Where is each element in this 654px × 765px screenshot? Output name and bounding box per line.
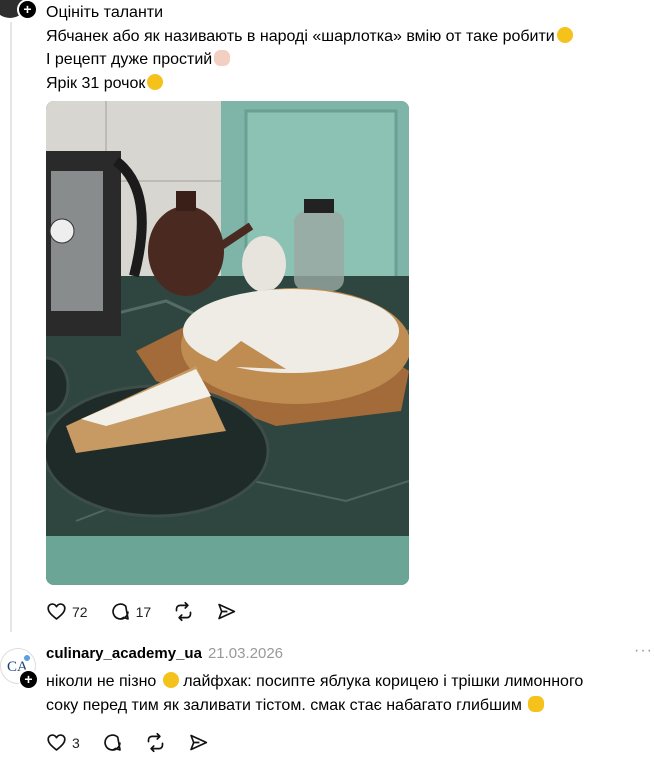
comment-share-button[interactable] xyxy=(188,732,209,753)
repost-icon xyxy=(175,601,192,622)
comment-button[interactable]: 17 xyxy=(110,601,152,622)
like-button[interactable]: 72 xyxy=(46,601,88,622)
post-photo[interactable] xyxy=(46,101,409,585)
emoji-ok-hand-icon xyxy=(214,50,231,66)
comment-reply-button[interactable] xyxy=(102,732,123,753)
emoji-drooling-icon xyxy=(556,26,573,43)
like-count: 72 xyxy=(72,603,88,620)
post-line-2: Ябчанек або як називають в народі «шарло… xyxy=(46,27,555,45)
comment-like-button[interactable]: 3 xyxy=(46,732,80,753)
comment-actions: 3 xyxy=(46,732,231,753)
share-button[interactable] xyxy=(216,601,237,622)
commenter-username[interactable]: culinary_academy_ua xyxy=(46,645,202,662)
follow-plus-icon[interactable]: + xyxy=(17,0,38,20)
comment-line-1a: ніколи не пізно xyxy=(46,673,157,690)
more-dots-icon[interactable]: ··· xyxy=(634,642,653,660)
comment-bubble-icon xyxy=(104,734,121,751)
comment-like-count: 3 xyxy=(72,734,80,751)
post-line-4: Ярік 31 рочок xyxy=(46,74,146,92)
comment-text: ніколи не пізно лайфхак: посипте яблука … xyxy=(46,670,646,718)
heart-icon xyxy=(47,603,66,620)
share-icon xyxy=(190,734,208,751)
comment-repost-button[interactable] xyxy=(145,732,166,753)
share-icon xyxy=(218,603,236,620)
post-text: Оцініть таланти Ябчанек або як називають… xyxy=(46,1,636,95)
post-line-1: Оцініть таланти xyxy=(46,4,164,21)
repost-button[interactable] xyxy=(173,601,194,622)
comment-line-1b: лайфхак: посипте яблука корицею і трішки… xyxy=(183,673,584,690)
comment-date: 21.03.2026 xyxy=(207,645,284,662)
heart-icon xyxy=(47,734,66,751)
comment-header: culinary_academy_ua 21.03.2026 xyxy=(46,645,283,662)
emoji-pinching-hand-icon xyxy=(528,696,545,712)
charlotte-cake-photo xyxy=(46,101,409,585)
emoji-smiling-face-icon xyxy=(147,73,164,90)
thread-line xyxy=(10,22,12,632)
comment-bubble-icon xyxy=(111,603,129,620)
post-actions: 72 17 xyxy=(46,601,259,622)
follow-commenter-plus-icon[interactable]: + xyxy=(18,669,39,690)
repost-icon xyxy=(147,732,164,753)
emoji-grinning-face-icon xyxy=(162,672,179,688)
comment-count: 17 xyxy=(135,603,152,620)
post-line-3: І рецепт дуже простий xyxy=(46,51,213,68)
comment-line-2: соку перед тим як заливати тістом. смак … xyxy=(46,697,522,714)
